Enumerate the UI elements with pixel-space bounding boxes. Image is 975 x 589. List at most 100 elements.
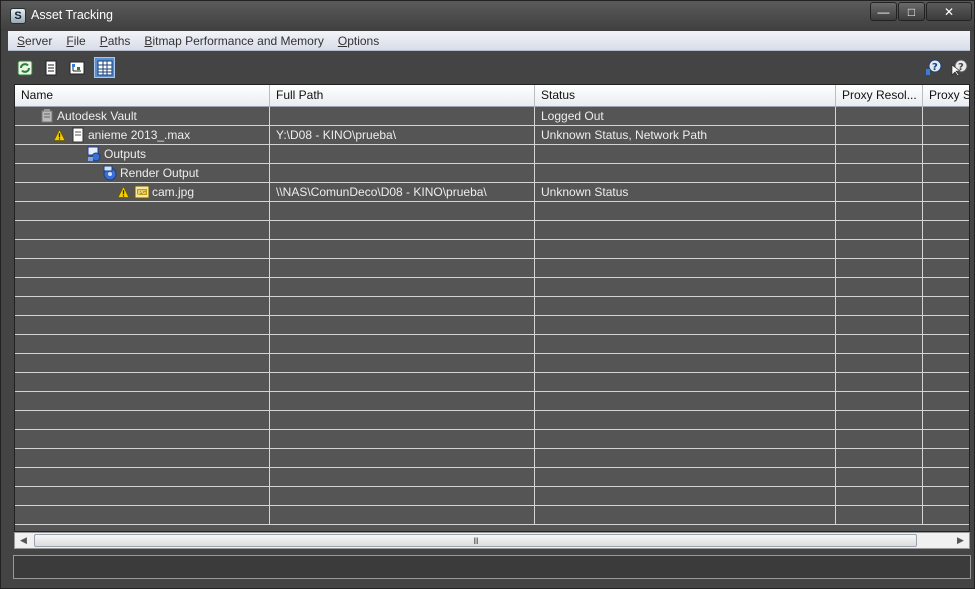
- empty-cell: [535, 297, 836, 315]
- empty-cell: [270, 373, 535, 391]
- column-header-proxy-resolution[interactable]: Proxy Resol...: [836, 85, 923, 107]
- scrollbar-thumb[interactable]: III: [34, 534, 917, 547]
- empty-cell: [836, 221, 923, 239]
- empty-cell: [836, 411, 923, 429]
- warning-icon: [53, 128, 66, 142]
- scroll-right-arrow-icon[interactable]: ▶: [952, 533, 969, 548]
- menu-paths[interactable]: Paths: [93, 34, 138, 48]
- status-bar: [13, 555, 971, 579]
- asset-tracking-window: S Asset Tracking — □ ✕ Server File Paths…: [0, 0, 975, 589]
- empty-cell: [836, 202, 923, 220]
- empty-cell: [923, 278, 969, 296]
- row-status: Unknown Status, Network Path: [535, 126, 836, 144]
- table-body: Autodesk Vault Logged Out anieme 2013_.m…: [15, 107, 969, 525]
- row-path: [270, 107, 535, 125]
- empty-cell: [15, 468, 270, 486]
- empty-cell: [836, 278, 923, 296]
- empty-cell: [270, 202, 535, 220]
- table-row[interactable]: anieme 2013_.max Y:\D08 - KINO\prueba\ U…: [15, 126, 969, 145]
- table-row[interactable]: Autodesk Vault Logged Out: [15, 107, 969, 126]
- outputs-icon: [87, 146, 101, 162]
- menu-options[interactable]: Options: [331, 34, 386, 48]
- empty-table-row: [15, 202, 969, 221]
- table-row[interactable]: JPG cam.jpg \\NAS\ComunDeco\D08 - KINO\p…: [15, 183, 969, 202]
- menu-bitmap-performance[interactable]: Bitmap Performance and Memory: [137, 34, 330, 48]
- empty-table-row: [15, 487, 969, 506]
- empty-cell: [923, 487, 969, 505]
- help-button[interactable]: ?: [922, 57, 943, 78]
- empty-cell: [535, 202, 836, 220]
- empty-cell: [535, 449, 836, 467]
- empty-cell: [535, 354, 836, 372]
- row-path: [270, 164, 535, 182]
- empty-cell: [923, 354, 969, 372]
- empty-cell: [535, 468, 836, 486]
- table-header: Name Full Path Status Proxy Resol... Pro…: [15, 85, 969, 107]
- warning-icon: [117, 185, 130, 199]
- title-bar[interactable]: S Asset Tracking — □ ✕: [1, 1, 974, 31]
- row-status: [535, 164, 836, 182]
- menu-bar: Server File Paths Bitmap Performance and…: [8, 31, 970, 51]
- toolbar: ? ?: [8, 52, 970, 82]
- empty-table-row: [15, 506, 969, 525]
- window-title: Asset Tracking: [31, 8, 113, 22]
- empty-table-row: [15, 430, 969, 449]
- empty-cell: [836, 430, 923, 448]
- column-header-proxy-status[interactable]: Proxy St: [923, 85, 969, 107]
- empty-cell: [15, 373, 270, 391]
- help-pointer-icon: ?: [951, 59, 967, 76]
- column-header-name[interactable]: Name: [15, 85, 270, 107]
- row-name: Outputs: [104, 147, 147, 161]
- row-name: cam.jpg: [152, 185, 195, 199]
- empty-cell: [270, 335, 535, 353]
- list-view-button[interactable]: [40, 57, 61, 78]
- empty-cell: [270, 297, 535, 315]
- row-status: Logged Out: [535, 107, 836, 125]
- empty-table-row: [15, 373, 969, 392]
- menu-file[interactable]: File: [59, 34, 92, 48]
- table-row[interactable]: Render Output: [15, 164, 969, 183]
- empty-cell: [836, 354, 923, 372]
- empty-cell: [270, 240, 535, 258]
- empty-cell: [535, 430, 836, 448]
- scrollbar-grip: III: [473, 535, 478, 546]
- close-button[interactable]: ✕: [926, 2, 972, 21]
- empty-cell: [535, 240, 836, 258]
- column-header-full-path[interactable]: Full Path: [270, 85, 535, 107]
- table-row[interactable]: Outputs: [15, 145, 969, 164]
- help-icon: ?: [925, 59, 941, 75]
- refresh-button[interactable]: [14, 57, 35, 78]
- empty-cell: [15, 259, 270, 277]
- help-pointer-button[interactable]: ?: [948, 57, 969, 78]
- empty-cell: [836, 392, 923, 410]
- empty-table-row: [15, 468, 969, 487]
- empty-cell: [270, 221, 535, 239]
- empty-cell: [535, 373, 836, 391]
- list-view-icon: [45, 60, 56, 75]
- empty-cell: [535, 506, 836, 524]
- empty-cell: [15, 354, 270, 372]
- column-header-status[interactable]: Status: [535, 85, 836, 107]
- minimize-button[interactable]: —: [870, 2, 897, 21]
- empty-cell: [535, 316, 836, 334]
- maximize-button[interactable]: □: [898, 2, 925, 21]
- empty-cell: [836, 297, 923, 315]
- empty-cell: [15, 506, 270, 524]
- empty-cell: [15, 278, 270, 296]
- empty-cell: [15, 430, 270, 448]
- empty-cell: [535, 278, 836, 296]
- scroll-left-arrow-icon[interactable]: ◀: [15, 533, 32, 548]
- empty-table-row: [15, 392, 969, 411]
- empty-table-row: [15, 449, 969, 468]
- table-view-button[interactable]: [94, 57, 115, 78]
- empty-cell: [270, 506, 535, 524]
- empty-table-row: [15, 297, 969, 316]
- empty-cell: [923, 506, 969, 524]
- empty-cell: [270, 316, 535, 334]
- empty-cell: [15, 221, 270, 239]
- horizontal-scrollbar[interactable]: ◀ III ▶: [14, 532, 970, 549]
- menu-server[interactable]: Server: [10, 34, 59, 48]
- empty-cell: [923, 221, 969, 239]
- tree-view-button[interactable]: [66, 57, 87, 78]
- empty-cell: [270, 392, 535, 410]
